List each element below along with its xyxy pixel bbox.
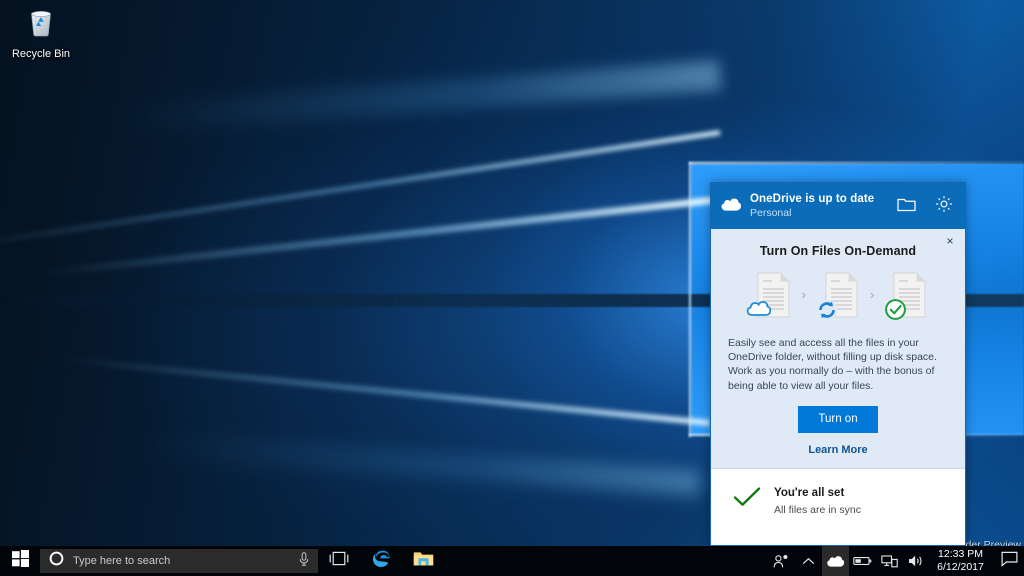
recycle-bin-icon [24, 6, 58, 45]
tray-onedrive-icon[interactable] [822, 546, 849, 576]
action-center-button[interactable] [994, 546, 1024, 576]
onedrive-account-type: Personal [750, 207, 883, 220]
onedrive-flyout-header: OneDrive is up to date Personal [711, 183, 965, 229]
sync-status-text: You're all set All files are in sync [774, 486, 861, 517]
green-check-icon [733, 486, 761, 513]
taskbar-clock[interactable]: 12:33 PM 6/12/2017 [930, 548, 994, 574]
system-tray[interactable]: 12:33 PM 6/12/2017 [768, 546, 1024, 576]
task-view-button[interactable] [318, 546, 360, 576]
cortana-circle-icon[interactable] [49, 551, 64, 571]
onedrive-header-titles: OneDrive is up to date Personal [750, 192, 883, 220]
gear-icon [935, 195, 953, 218]
desktop-icon-recycle-bin[interactable]: Recycle Bin [4, 6, 78, 68]
search-placeholder: Type here to search [73, 555, 289, 568]
close-icon[interactable]: × [942, 233, 958, 249]
document-sync-icon [812, 267, 864, 328]
battery-icon[interactable] [849, 546, 876, 576]
search-input[interactable]: Type here to search [40, 549, 318, 573]
onedrive-settings-button[interactable] [929, 191, 959, 221]
sync-status-title: You're all set [774, 486, 861, 501]
taskbar-app-edge[interactable] [360, 546, 402, 576]
microphone-icon[interactable] [298, 552, 310, 571]
file-explorer-icon [413, 550, 434, 572]
onedrive-cloud-icon [720, 196, 742, 217]
onedrive-status-title: OneDrive is up to date [750, 192, 883, 206]
recycle-bin-label: Recycle Bin [12, 48, 70, 61]
promo-actions: Turn on Learn More [711, 393, 965, 456]
onedrive-flyout[interactable]: OneDrive is up to date Personal × [710, 182, 966, 546]
volume-icon[interactable] [903, 546, 930, 576]
taskbar-app-file-explorer[interactable] [402, 546, 444, 576]
promo-step-illustration: › › [711, 267, 965, 328]
folder-icon [897, 196, 916, 217]
clock-time: 12:33 PM [937, 548, 984, 561]
taskbar[interactable]: Type here to search [0, 546, 1024, 576]
sync-status-subtitle: All files are in sync [774, 503, 861, 517]
chevron-right-icon-2: › [870, 288, 874, 307]
learn-more-link[interactable]: Learn More [711, 444, 965, 456]
promo-title: Turn On Files On-Demand [711, 244, 965, 258]
task-view-icon [328, 551, 350, 571]
clock-date: 6/12/2017 [937, 561, 984, 574]
files-on-demand-promo: × Turn On Files On-Demand › [711, 229, 965, 469]
chevron-right-icon-1: › [802, 288, 806, 307]
document-cloud-icon [744, 267, 796, 328]
people-icon[interactable] [768, 546, 795, 576]
open-folder-button[interactable] [891, 191, 921, 221]
chevron-up-icon[interactable] [795, 546, 822, 576]
sync-status-section: You're all set All files are in sync [711, 469, 965, 545]
document-check-icon [880, 267, 932, 328]
action-center-icon [1001, 551, 1018, 572]
promo-description: Easily see and access all the files in y… [711, 330, 965, 393]
windows-logo-icon [12, 550, 29, 572]
turn-on-button[interactable]: Turn on [798, 406, 877, 433]
start-button[interactable] [0, 546, 40, 576]
edge-icon [371, 549, 391, 574]
network-icon[interactable] [876, 546, 903, 576]
